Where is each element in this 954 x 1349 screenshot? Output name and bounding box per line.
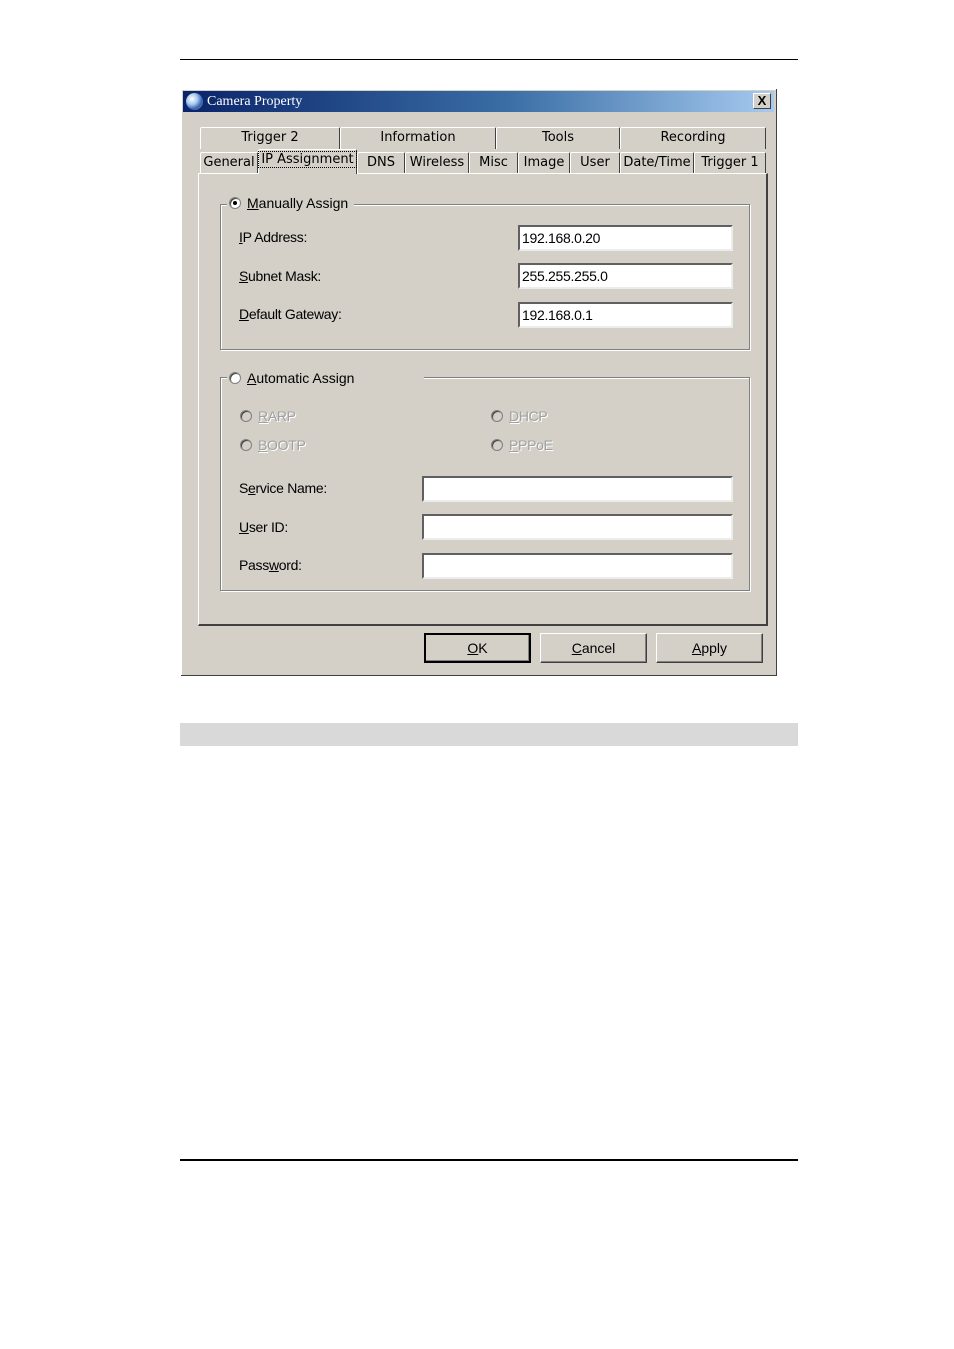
- bootp-radio[interactable]: B OOTP: [240, 437, 306, 453]
- dhcp-radio[interactable]: D HCP: [491, 408, 548, 424]
- tab-trigger-2[interactable]: Trigger 2: [200, 127, 340, 149]
- radio-unchecked-icon: [491, 410, 503, 422]
- tab-recording[interactable]: Recording: [620, 127, 766, 149]
- tab-user[interactable]: User: [570, 152, 620, 174]
- tab-dns[interactable]: DNS: [357, 152, 405, 174]
- default-gateway-input[interactable]: 192.168.0.1: [518, 302, 733, 328]
- ip-address-label: IP Address:: [239, 229, 308, 245]
- user-id-label: User ID:: [239, 519, 288, 535]
- tab-ip-assignment[interactable]: IP Assignment: [258, 149, 357, 174]
- password-input[interactable]: [422, 553, 733, 579]
- ok-button[interactable]: OK: [424, 633, 531, 663]
- service-name-label: Service Name:: [239, 480, 327, 496]
- radio-checked-icon: [229, 197, 241, 209]
- window-title: Camera Property: [207, 94, 303, 109]
- tab-information[interactable]: Information: [340, 127, 496, 149]
- close-button[interactable]: X: [753, 93, 771, 109]
- password-label: Password:: [239, 557, 302, 573]
- tab-general[interactable]: General: [200, 152, 258, 174]
- tab-misc[interactable]: Misc: [469, 152, 518, 174]
- app-icon: [186, 93, 203, 110]
- page-header-rule: [180, 59, 798, 60]
- radio-unchecked-icon: [240, 410, 252, 422]
- manual-assign-radio[interactable]: Manually Assign: [227, 195, 355, 211]
- tab-trigger-1[interactable]: Trigger 1: [694, 152, 766, 174]
- cancel-button[interactable]: Cancel: [540, 633, 647, 663]
- subnet-mask-label: Subnet Mask:: [239, 268, 322, 284]
- close-icon: X: [757, 93, 767, 108]
- page-footer-rule: [180, 1159, 798, 1161]
- tab-date-time[interactable]: Date/Time: [620, 152, 694, 174]
- service-name-input[interactable]: [422, 476, 733, 502]
- pppoe-radio[interactable]: P PPoE: [491, 437, 553, 453]
- title-bar[interactable]: Camera Property X: [183, 91, 774, 112]
- automatic-assign-radio[interactable]: Automatic Assign: [227, 370, 425, 386]
- caption-band: [180, 723, 798, 746]
- tab-tools[interactable]: Tools: [496, 127, 620, 149]
- subnet-mask-input[interactable]: 255.255.255.0: [518, 263, 733, 289]
- radio-unchecked-icon: [229, 372, 241, 384]
- default-gateway-label: Default Gateway:: [239, 306, 342, 322]
- tab-image[interactable]: Image: [518, 152, 570, 174]
- tab-wireless[interactable]: Wireless: [405, 152, 469, 174]
- apply-button[interactable]: Apply: [656, 633, 763, 663]
- user-id-input[interactable]: [422, 514, 733, 540]
- ip-address-input[interactable]: 192.168.0.20: [518, 225, 733, 251]
- rarp-radio[interactable]: R ARP: [240, 408, 296, 424]
- radio-unchecked-icon: [491, 439, 503, 451]
- radio-unchecked-icon: [240, 439, 252, 451]
